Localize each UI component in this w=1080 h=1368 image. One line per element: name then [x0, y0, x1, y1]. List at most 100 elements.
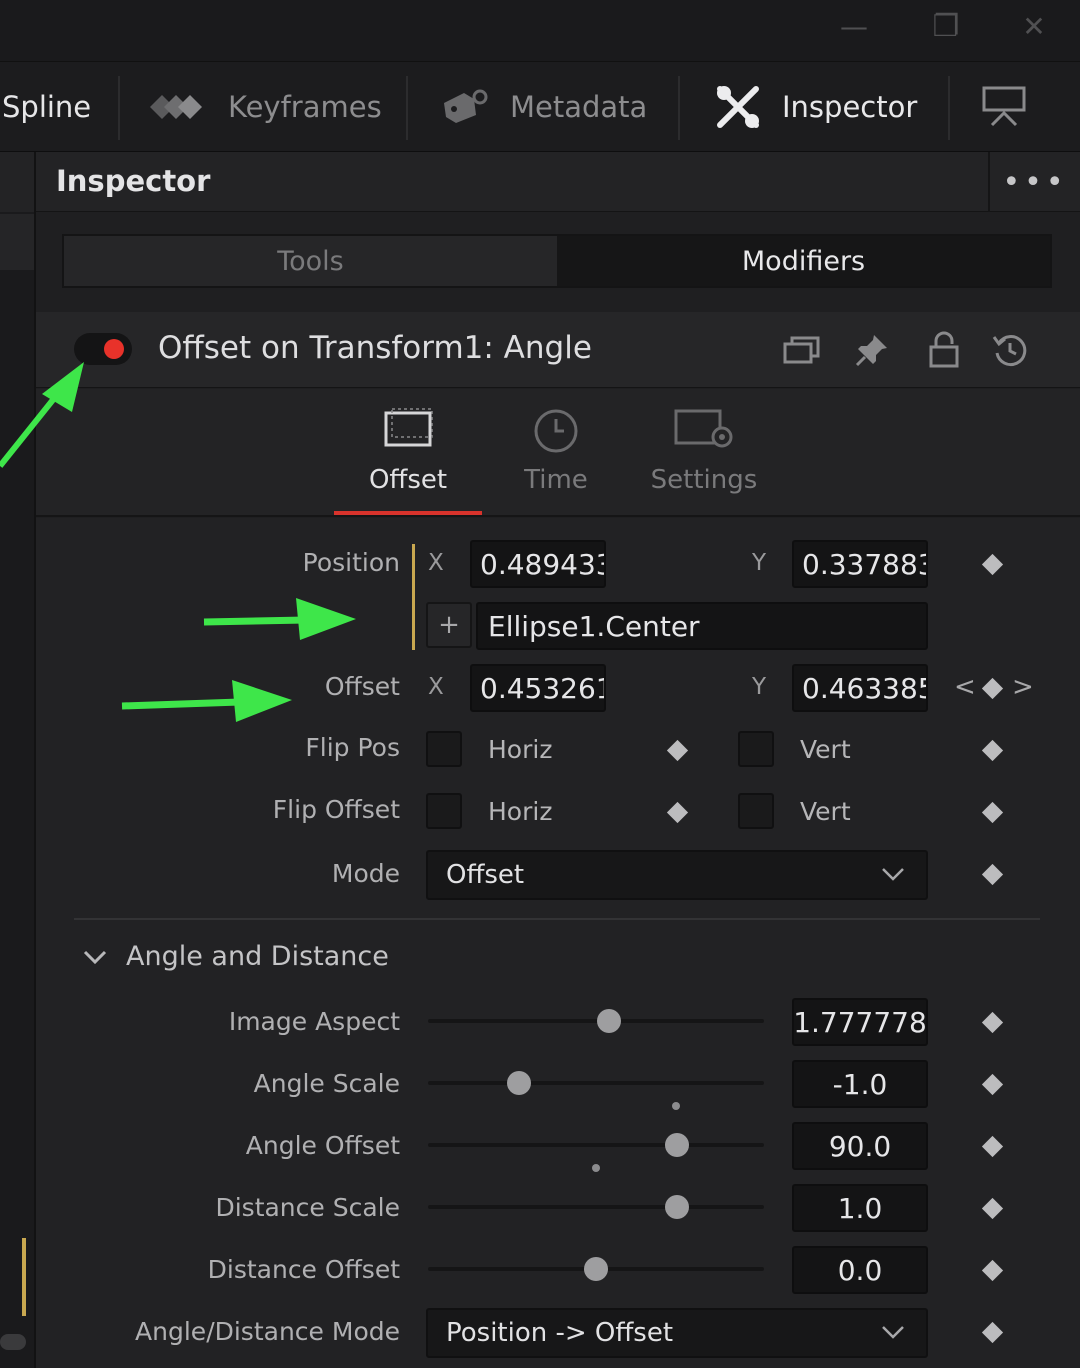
position-y-field[interactable]: 0.337883 [792, 540, 928, 588]
clock-icon [534, 409, 578, 453]
angle-offset-slider-track[interactable] [428, 1143, 764, 1147]
expression-field[interactable]: Ellipse1.Center [476, 602, 928, 650]
close-button[interactable]: ✕ [1014, 8, 1054, 44]
tab-keyframes[interactable]: Keyframes [146, 62, 382, 152]
window-title-bar: — ❐ ✕ [0, 0, 1080, 62]
position-x-field[interactable]: 0.489433 [470, 540, 606, 588]
plus-icon: + [438, 610, 460, 640]
reset-icon [992, 335, 1027, 367]
versions-button[interactable] [782, 330, 822, 370]
restore-button[interactable]: ❐ [926, 8, 966, 44]
angle-scale-field[interactable]: -1.0 [792, 1060, 928, 1108]
image-aspect-slider-track[interactable] [428, 1019, 764, 1023]
angle-offset-label: Angle Offset [245, 1131, 400, 1160]
offset-x-field[interactable]: 0.453261 [470, 664, 606, 712]
modifier-header: Offset on Transform1: Angle [36, 312, 1080, 388]
offset-y-field[interactable]: 0.463385 [792, 664, 928, 712]
tab-divider [678, 76, 680, 140]
subtab-settings[interactable]: Settings [630, 389, 778, 517]
tab-modifiers-label: Modifiers [741, 245, 866, 277]
left-scroll-handle[interactable] [0, 1334, 26, 1350]
flip-offset-vert-checkbox[interactable] [738, 793, 774, 829]
distance-scale-field[interactable]: 1.0 [792, 1184, 928, 1232]
modifier-enable-toggle[interactable] [74, 333, 132, 365]
angle-offset-field[interactable]: 90.0 [792, 1122, 928, 1170]
monitor-button[interactable] [980, 62, 1028, 152]
minimize-icon: — [840, 9, 868, 43]
previous-keyframe-button[interactable]: < [954, 672, 976, 702]
settings-gear-icon [674, 409, 733, 448]
angle-distance-section-title[interactable]: Angle and Distance [126, 941, 389, 972]
subtab-offset[interactable]: Offset [334, 389, 482, 517]
pin-button[interactable] [852, 330, 892, 370]
angle-scale-default-marker [672, 1102, 680, 1110]
more-options-button[interactable]: ••• [988, 152, 1080, 212]
offset-x-axis: X [428, 674, 444, 700]
tab-tools[interactable]: Tools [64, 236, 557, 286]
left-panel-row [0, 214, 34, 270]
chevron-down-icon [882, 1326, 904, 1339]
modifier-subtabs: Offset Time Settings [36, 389, 1080, 517]
reset-button[interactable] [990, 330, 1030, 370]
image-aspect-field[interactable]: 1.777778 [792, 998, 928, 1046]
flip-offset-horiz-checkbox[interactable] [426, 793, 462, 829]
monitor-icon [982, 86, 1026, 127]
tab-divider [118, 76, 120, 140]
distance-scale-slider-thumb[interactable] [664, 1195, 689, 1219]
metadata-tag-icon [444, 89, 488, 123]
tab-metadata-label: Metadata [510, 90, 648, 124]
distance-offset-slider-thumb[interactable] [584, 1257, 608, 1281]
minimize-button[interactable]: — [834, 8, 874, 44]
subtab-time-label: Time [524, 465, 588, 495]
restore-icon: ❐ [932, 8, 960, 44]
tab-spline[interactable]: Spline [2, 62, 91, 152]
mode-dropdown[interactable]: Offset [426, 850, 928, 900]
tab-spline-label: Spline [2, 90, 92, 124]
flip-pos-horiz-checkbox[interactable] [426, 731, 462, 767]
inspector-title: Inspector [56, 164, 211, 198]
angle-offset-default-marker [592, 1164, 600, 1172]
flip-pos-label: Flip Pos [305, 733, 400, 762]
keyframes-icon [150, 95, 202, 119]
image-aspect-label: Image Aspect [228, 1007, 400, 1036]
left-panel-header [0, 152, 34, 212]
inspector-tools-icon [717, 86, 759, 128]
distance-offset-label: Distance Offset [207, 1255, 400, 1284]
flip-offset-vert-label: Vert [800, 797, 851, 826]
expression-plus-button[interactable]: + [426, 602, 472, 648]
angle-offset-slider-thumb[interactable] [664, 1133, 689, 1157]
tab-divider [406, 76, 408, 140]
subtab-time[interactable]: Time [482, 389, 630, 517]
chevron-down-icon [882, 868, 904, 881]
tab-divider [948, 76, 950, 140]
pin-icon [855, 335, 887, 367]
subtab-offset-label: Offset [368, 465, 448, 495]
subtab-settings-label: Settings [650, 465, 758, 495]
position-x-axis: X [428, 550, 444, 576]
modifier-title: Offset on Transform1: Angle [158, 330, 592, 366]
distance-offset-field[interactable]: 0.0 [792, 1246, 928, 1294]
tab-inspector[interactable]: Inspector [714, 62, 917, 152]
angle-distance-mode-value: Position -> Offset [446, 1318, 674, 1348]
distance-scale-slider-track[interactable] [428, 1205, 764, 1209]
mode-label: Mode [331, 859, 400, 888]
tab-modifiers[interactable]: Modifiers [557, 236, 1050, 286]
lock-button[interactable] [924, 330, 964, 370]
angle-distance-mode-label: Angle/Distance Mode [135, 1317, 400, 1346]
panel-tab-bar: Spline Keyframes Metadata Inspector [0, 62, 1080, 152]
angle-distance-mode-dropdown[interactable]: Position -> Offset [426, 1308, 928, 1358]
angle-scale-slider-track[interactable] [428, 1081, 764, 1085]
tab-metadata[interactable]: Metadata [440, 62, 647, 152]
flip-pos-vert-checkbox[interactable] [738, 731, 774, 767]
lock-icon [929, 331, 959, 368]
toggle-indicator-dot [104, 339, 124, 359]
collapse-chevron-icon[interactable] [82, 946, 108, 968]
inspector-header: Inspector ••• [36, 152, 1080, 212]
versions-icon [783, 336, 820, 364]
expression-link-indicator [412, 544, 415, 650]
next-keyframe-button[interactable]: > [1012, 672, 1034, 702]
mode-dropdown-value: Offset [446, 860, 525, 890]
position-y-axis: Y [752, 550, 767, 576]
more-icon: ••• [1002, 164, 1068, 200]
angle-scale-slider-thumb[interactable] [506, 1071, 531, 1095]
